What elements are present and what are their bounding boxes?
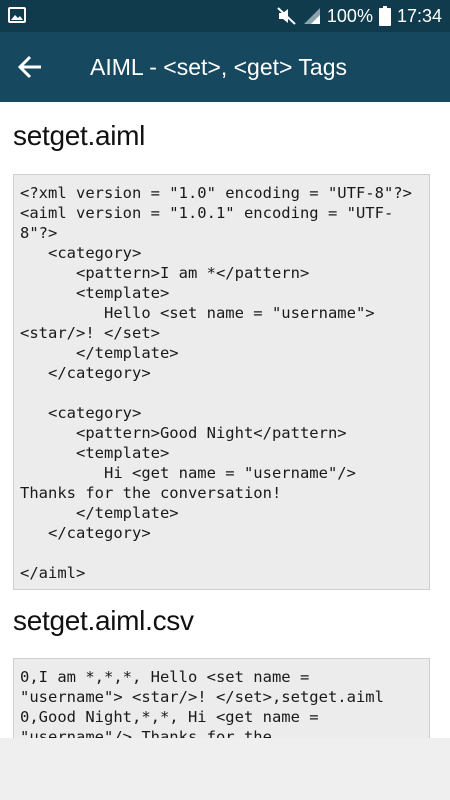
code-block: 0,I am *,*,*, Hello <set name = "usernam… xyxy=(13,658,430,738)
section-heading: setget.aiml xyxy=(13,120,146,151)
page-title: AIML - <set>, <get> Tags xyxy=(90,54,347,80)
gallery-icon xyxy=(8,7,26,23)
battery-icon xyxy=(378,6,391,26)
clock: 17:34 xyxy=(396,5,442,26)
signal-icon xyxy=(303,8,320,24)
section-heading: setget.aiml.csv xyxy=(13,605,194,636)
bottom-area xyxy=(0,738,450,800)
article-content[interactable]: setget.aiml <?xml version = "1.0" encodi… xyxy=(0,102,450,738)
code-block: <?xml version = "1.0" encoding = "UTF-8"… xyxy=(13,174,430,590)
arrow-left-icon[interactable] xyxy=(16,52,46,82)
app-bar: AIML - <set>, <get> Tags xyxy=(0,32,450,102)
status-right: 100% 17:34 xyxy=(277,0,442,32)
status-bar: 100% 17:34 xyxy=(0,0,450,32)
battery-percent: 100% xyxy=(326,5,373,26)
mute-icon xyxy=(277,7,296,25)
